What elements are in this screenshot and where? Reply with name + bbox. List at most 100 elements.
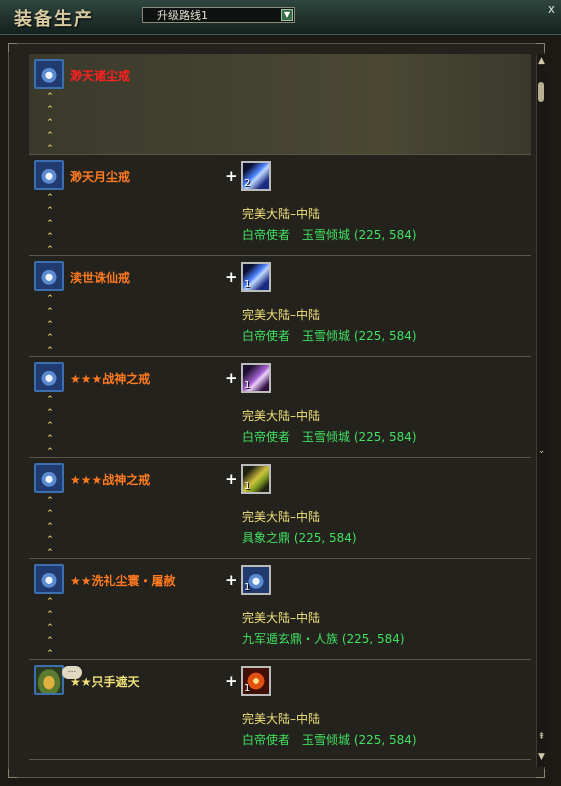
- corner-ornament: [536, 769, 545, 778]
- upgrade-arrow-icon: ⌃: [46, 610, 54, 620]
- upgrade-arrow-icon: ⌃: [46, 623, 54, 633]
- upgrade-arrow-icon: ⌃: [46, 245, 54, 255]
- item-icon-art: [36, 364, 62, 390]
- material-gem-icon[interactable]: 1: [241, 464, 271, 494]
- upgrade-arrow-icon: ⌃: [46, 509, 54, 519]
- route-select-value: 升级路线1: [157, 9, 208, 22]
- region-label: 完美大陆–中陆: [242, 308, 321, 322]
- npc-location-link[interactable]: 白帝使者 玉雪倾城 (225, 584): [242, 327, 417, 344]
- region-label: 完美大陆–中陆: [242, 611, 321, 625]
- material-count: 1: [244, 683, 251, 694]
- item-name[interactable]: ★★只手遮天: [70, 673, 140, 690]
- material-count: 1: [244, 481, 251, 492]
- npc-location-link[interactable]: 具象之鼎 (225, 584): [242, 529, 357, 546]
- corner-ornament: [536, 43, 545, 52]
- route-select[interactable]: 升级路线1 ▼: [142, 7, 295, 23]
- upgrade-arrow-icon: ⌃: [46, 320, 54, 330]
- item-icon-art: [36, 162, 62, 188]
- recipe-row[interactable]: ⌃ ⌃ ⌃ ⌃ ⌃ ★★★战神之戒 +1 完美大陆–中陆具象之鼎 (225, 584): [29, 458, 531, 559]
- recipe-row[interactable]: ⌃ ⌃ ⌃ ⌃ ⌃ ★★洗礼尘寰・屠赦 +1 完美大陆–中陆九军遁玄鼎・人族 (225, 58…: [29, 559, 531, 660]
- scrollbar[interactable]: ▲ ⌄ ⇞ ▼: [536, 54, 546, 767]
- item-icon-art: [36, 465, 62, 491]
- bracelet-icon[interactable]: ...: [34, 665, 82, 695]
- upgrade-arrow-icon: ⌃: [46, 206, 54, 216]
- ring-icon[interactable]: [34, 362, 64, 392]
- npc-location-link[interactable]: 白帝使者 玉雪倾城 (225, 584): [242, 731, 417, 748]
- upgrade-arrow-icon: ⌃: [46, 232, 54, 242]
- upgrade-arrow-icon: ⌃: [46, 193, 54, 203]
- material-orb-icon[interactable]: 1: [241, 666, 271, 696]
- corner-ornament: [8, 769, 17, 778]
- upgrade-arrow-icon: ⌃: [46, 408, 54, 418]
- item-icon-art: [36, 263, 62, 289]
- scroll-up-icon[interactable]: ▲: [537, 56, 546, 66]
- plus-icon: +: [225, 470, 238, 488]
- npc-location-link[interactable]: 九军遁玄鼎・人族 (225, 584): [242, 630, 405, 647]
- region-label: 完美大陆–中陆: [242, 712, 321, 726]
- item-name[interactable]: ★★★战神之戒: [70, 370, 150, 387]
- material-count: 1: [244, 380, 251, 391]
- material-crystal-icon[interactable]: 2: [241, 161, 271, 191]
- upgrade-arrow-icon: ⌃: [46, 105, 54, 115]
- recipe-row[interactable]: ⌃ ⌃ ⌃ ⌃ ⌃ ★★★战神之戒 +1 完美大陆–中陆 白帝使者 玉雪倾城 (225, 584…: [29, 357, 531, 458]
- upgrade-arrow-icon: ⌃: [46, 131, 54, 141]
- material-count: 1: [244, 279, 251, 290]
- upgrade-arrow-icon: ⌃: [46, 395, 54, 405]
- material-count: 2: [244, 178, 251, 189]
- scroll-marker-icon: ⌄: [537, 446, 546, 456]
- plus-icon: +: [225, 672, 238, 690]
- upgrade-arrow-icon: ⌃: [46, 421, 54, 431]
- item-name[interactable]: 渎世诛仙戒: [70, 269, 130, 286]
- recipe-row[interactable]: ⌃ ⌃ ⌃ ⌃ ⌃ 渎世诛仙戒 +1 完美大陆–中陆 白帝使者 玉雪倾城 (225, 584): [29, 256, 531, 357]
- material-count: 1: [244, 582, 251, 593]
- item-name[interactable]: 渺天诸尘戒: [70, 67, 130, 84]
- upgrade-arrow-icon: ⌃: [46, 597, 54, 607]
- material-ring-icon[interactable]: 1: [241, 565, 271, 595]
- npc-location-link[interactable]: 白帝使者 玉雪倾城 (225, 584): [242, 428, 417, 445]
- item-icon-art: [36, 61, 62, 87]
- npc-location-link[interactable]: 白帝使者 玉雪倾城 (225, 584): [242, 226, 417, 243]
- upgrade-arrow-icon: ⌃: [46, 649, 54, 659]
- ring-icon[interactable]: [34, 59, 64, 89]
- upgrade-arrow-icon: ⌃: [46, 636, 54, 646]
- upgrade-arrow-icon: ⌃: [46, 346, 54, 356]
- item-icon-art: [36, 566, 62, 592]
- scroll-thumb[interactable]: [538, 82, 544, 102]
- plus-icon: +: [225, 167, 238, 185]
- recipe-row[interactable]: ... ★★只手遮天 +1 完美大陆–中陆白帝使者 玉雪倾城 (225, 584): [29, 660, 531, 760]
- upgrade-arrow-icon: ⌃: [46, 496, 54, 506]
- production-panel: ⌃ ⌃ ⌃ ⌃ ⌃ 渺天诸尘戒 ⌃ ⌃ ⌃ ⌃ ⌃ 渺天月尘戒 +2 完美大陆–中陆 白帝使者 玉雪倾城 (…: [8, 43, 546, 778]
- scroll-down-icon[interactable]: ▼: [537, 752, 546, 762]
- chevron-down-icon[interactable]: ▼: [281, 9, 293, 21]
- upgrade-arrow-icon: ⌃: [46, 333, 54, 343]
- upgrade-arrow-icon: ⌃: [46, 535, 54, 545]
- recipe-row[interactable]: ⌃ ⌃ ⌃ ⌃ ⌃ 渺天月尘戒 +2 完美大陆–中陆 白帝使者 玉雪倾城 (225, 584): [29, 155, 531, 256]
- region-label: 完美大陆–中陆: [242, 510, 321, 524]
- upgrade-arrow-icon: ⌃: [46, 92, 54, 102]
- upgrade-arrow-icon: ⌃: [46, 548, 54, 558]
- title-bar: 装备生产 升级路线1 ▼ x: [0, 0, 561, 35]
- ring-icon[interactable]: [34, 463, 64, 493]
- upgrade-arrow-icon: ⌃: [46, 294, 54, 304]
- window-title: 装备生产: [14, 9, 94, 30]
- item-name[interactable]: 渺天月尘戒: [70, 168, 130, 185]
- upgrade-arrow-icon: ⌃: [46, 522, 54, 532]
- recipe-row[interactable]: ⌃ ⌃ ⌃ ⌃ ⌃ 渺天诸尘戒: [29, 54, 531, 155]
- material-crystal-icon[interactable]: 1: [241, 262, 271, 292]
- region-label: 完美大陆–中陆: [242, 207, 321, 221]
- close-icon[interactable]: x: [548, 2, 555, 16]
- material-feather-icon[interactable]: 1: [241, 363, 271, 393]
- scroll-top-icon[interactable]: ⇞: [537, 732, 546, 742]
- item-name[interactable]: ★★★战神之戒: [70, 471, 150, 488]
- upgrade-arrow-icon: ⌃: [46, 434, 54, 444]
- ring-icon[interactable]: [34, 261, 64, 291]
- region-label: 完美大陆–中陆: [242, 409, 321, 423]
- upgrade-arrow-icon: ⌃: [46, 118, 54, 128]
- item-name[interactable]: ★★洗礼尘寰・屠赦: [70, 572, 176, 589]
- plus-icon: +: [225, 571, 238, 589]
- ring-icon[interactable]: [34, 564, 64, 594]
- upgrade-arrow-icon: ⌃: [46, 144, 54, 154]
- plus-icon: +: [225, 369, 238, 387]
- ring-icon[interactable]: [34, 160, 64, 190]
- plus-icon: +: [225, 268, 238, 286]
